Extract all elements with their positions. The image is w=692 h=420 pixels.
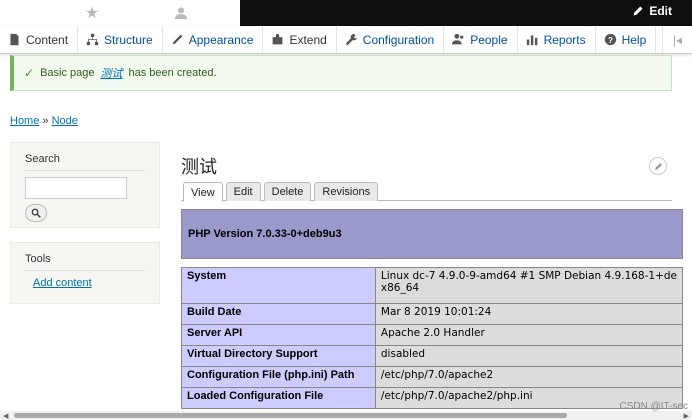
check-icon: ✓ (24, 66, 35, 80)
tray-item-label: Structure (104, 32, 153, 47)
content-icon (8, 33, 21, 46)
table-row: System Linux dc-7 4.9.0-9-amd64 #1 SMP D… (181, 267, 684, 304)
tools-block-title: Tools (25, 253, 145, 271)
user-icon[interactable] (172, 4, 190, 22)
contextual-edit-button[interactable] (649, 157, 667, 175)
row-key: Loaded Configuration File (181, 387, 376, 409)
watermark: CSDN @IT-sec (619, 401, 689, 412)
row-value: disabled (374, 345, 684, 367)
table-row: Build Date Mar 8 2019 10:01:24 (181, 303, 684, 325)
wrench-icon (345, 33, 358, 46)
row-value: Linux dc-7 4.9.0-9-amd64 #1 SMP Debian 4… (374, 267, 684, 304)
breadcrumb-separator: » (42, 115, 49, 127)
row-key: Configuration File (php.ini) Path (181, 366, 376, 388)
star-icon[interactable]: ★ (83, 4, 101, 22)
edit-label: Edit (649, 4, 672, 18)
toolbar-left: ★ (0, 0, 240, 26)
breadcrumb: Home » Node (10, 115, 78, 127)
tray-item-content[interactable]: Content (0, 26, 79, 53)
tab-delete[interactable]: Delete (263, 182, 312, 201)
svg-text:?: ? (608, 36, 613, 45)
tray-item-label: Appearance (188, 32, 254, 47)
status-suffix: has been created. (128, 67, 217, 79)
extend-icon (271, 33, 284, 46)
table-row: Configuration File (php.ini) Path /etc/p… (181, 366, 684, 388)
tools-block: Tools Add content (10, 242, 160, 304)
toolbar-right: Edit (240, 0, 692, 26)
row-value-line: x86_64 (380, 282, 420, 294)
collapse-icon: |◂ (672, 32, 683, 47)
row-key: Build Date (181, 303, 376, 325)
row-key: Server API (181, 324, 376, 346)
search-icon (31, 208, 41, 218)
php-version-header: PHP Version 7.0.33-0+deb9u3 (181, 209, 683, 259)
tray-orientation-toggle[interactable]: |◂ (662, 26, 692, 53)
tray-item-label: Extend (289, 32, 327, 47)
help-icon: ? (604, 33, 617, 46)
phpinfo-table: System Linux dc-7 4.9.0-9-amd64 #1 SMP D… (181, 267, 684, 409)
phpinfo-output: PHP Version 7.0.33-0+deb9u3 System Linux… (181, 209, 684, 409)
tray-item-label: Configuration (362, 32, 435, 47)
row-value: /etc/php/7.0/apache2 (374, 366, 684, 388)
breadcrumb-node[interactable]: Node (52, 115, 78, 127)
tray-item-appearance[interactable]: Appearance (163, 26, 264, 53)
table-row: Server API Apache 2.0 Handler (181, 324, 684, 346)
admin-tray: Content Structure Appearance Extend Conf… (0, 26, 692, 54)
tray-item-extend[interactable]: Extend (263, 26, 337, 53)
tray-item-configuration[interactable]: Configuration (337, 26, 445, 53)
scroll-left-icon[interactable]: ◀ (3, 412, 8, 420)
row-value: Apache 2.0 Handler (374, 324, 684, 346)
people-icon (452, 33, 465, 46)
reports-icon (526, 33, 539, 46)
table-row: Virtual Directory Support disabled (181, 345, 684, 367)
pencil-icon (633, 6, 643, 16)
row-key: System (181, 267, 376, 304)
row-value-line: Linux dc-7 4.9.0-9-amd64 #1 SMP Debian 4… (380, 270, 677, 282)
page-title: 测试 (181, 157, 217, 178)
search-button[interactable] (25, 204, 47, 222)
search-block-title: Search (25, 153, 145, 171)
tray-item-reports[interactable]: Reports (518, 26, 596, 53)
scrollbar-thumb[interactable] (14, 413, 567, 418)
tab-edit[interactable]: Edit (225, 182, 261, 201)
structure-icon (86, 33, 99, 46)
horizontal-scrollbar[interactable]: ◀ ▶ (0, 411, 692, 420)
tray-item-label: Reports (543, 32, 586, 47)
tray-item-people[interactable]: People (444, 26, 518, 53)
row-key: Virtual Directory Support (181, 345, 376, 367)
edit-toggle-button[interactable]: Edit (632, 4, 672, 18)
status-prefix: Basic page (40, 67, 95, 79)
search-input[interactable] (25, 177, 127, 199)
tray-item-label: People (470, 32, 508, 47)
pencil-icon (654, 162, 662, 170)
table-row: Loaded Configuration File /etc/php/7.0/a… (181, 387, 684, 409)
tab-view[interactable]: View (183, 182, 223, 202)
tab-revisions[interactable]: Revisions (314, 182, 379, 201)
tray-item-help[interactable]: ? Help (596, 26, 657, 53)
tray-item-label: Help (621, 32, 647, 47)
breadcrumb-home[interactable]: Home (10, 115, 39, 127)
search-block: Search (10, 142, 160, 228)
row-value: Mar 8 2019 10:01:24 (374, 303, 684, 325)
php-version: PHP Version 7.0.33-0+deb9u3 (188, 228, 342, 240)
status-node-link[interactable]: 测试 (101, 65, 123, 81)
add-content-link[interactable]: Add content (25, 277, 145, 289)
admin-toolbar: ★ Edit (0, 0, 692, 26)
local-tasks-tabs: View Edit Delete Revisions (181, 182, 672, 202)
tray-item-structure[interactable]: Structure (78, 26, 163, 53)
tray-item-label: Content (26, 32, 69, 47)
status-message: ✓ Basic page 测试 has been created. (10, 55, 672, 91)
appearance-icon (171, 33, 184, 46)
scroll-right-icon[interactable]: ▶ (684, 412, 689, 420)
